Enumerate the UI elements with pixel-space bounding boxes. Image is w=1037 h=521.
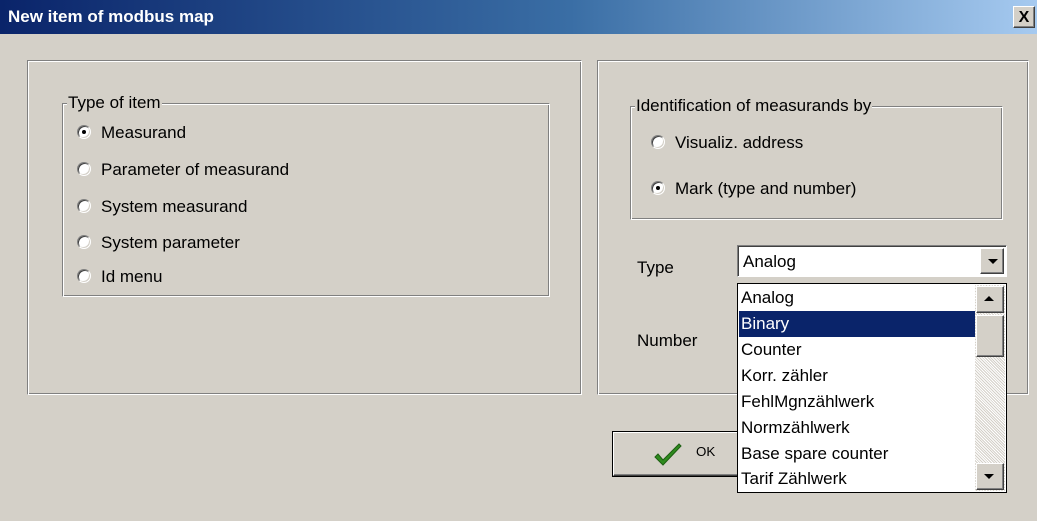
radio-indicator[interactable] bbox=[77, 198, 91, 213]
title-bar: New item of modbus map X bbox=[0, 0, 1037, 34]
dropdown-option[interactable]: Korr. zähler bbox=[739, 363, 975, 389]
radio-label: System parameter bbox=[101, 233, 240, 252]
radio-label: Mark (type and number) bbox=[675, 179, 857, 198]
radio-label: Id menu bbox=[101, 267, 163, 286]
type-of-item-legend: Type of item bbox=[67, 93, 162, 113]
type-select-dropdown-button[interactable] bbox=[980, 248, 1004, 274]
dropdown-option[interactable]: Analog bbox=[739, 285, 975, 311]
radio-label: Measurand bbox=[101, 123, 187, 142]
scroll-thumb[interactable] bbox=[976, 315, 1004, 357]
dropdown-scrollbar[interactable] bbox=[975, 285, 1005, 491]
dropdown-option[interactable]: Tarif Zählwerk bbox=[739, 466, 975, 492]
type-select-value: Analog bbox=[743, 252, 796, 271]
type-dropdown-list[interactable]: Analog Binary Counter Korr. zähler FehlM… bbox=[737, 283, 1007, 493]
radio-indicator[interactable] bbox=[77, 234, 91, 249]
radio-mark-type-and-number[interactable]: Mark (type and number) bbox=[651, 178, 856, 200]
radio-system-measurand[interactable]: System measurand bbox=[77, 196, 247, 218]
radio-system-parameter[interactable]: System parameter bbox=[77, 232, 240, 254]
dropdown-option[interactable]: Normzählwerk bbox=[739, 415, 975, 441]
dropdown-option[interactable]: Base spare counter bbox=[739, 441, 975, 467]
radio-indicator[interactable] bbox=[77, 161, 91, 176]
identification-legend: Identification of measurands by bbox=[635, 96, 873, 116]
dropdown-option-selected[interactable]: Binary bbox=[739, 311, 975, 337]
radio-measurand[interactable]: Measurand bbox=[77, 122, 186, 144]
radio-label: Parameter of measurand bbox=[101, 160, 290, 179]
close-icon: X bbox=[1018, 8, 1030, 26]
radio-indicator[interactable] bbox=[77, 124, 91, 139]
checkmark-icon bbox=[654, 443, 682, 466]
close-button[interactable]: X bbox=[1013, 6, 1035, 28]
ok-label: OK bbox=[696, 444, 716, 459]
identification-group: Identification of measurands by bbox=[630, 96, 1003, 220]
scroll-up-button[interactable] bbox=[976, 286, 1004, 313]
window-title: New item of modbus map bbox=[8, 7, 214, 26]
type-select[interactable]: Analog bbox=[737, 245, 1007, 277]
dropdown-option[interactable]: Counter bbox=[739, 337, 975, 363]
scroll-down-button[interactable] bbox=[976, 463, 1004, 490]
type-label: Type bbox=[637, 258, 674, 277]
dropdown-option[interactable]: FehlMgnzählwerk bbox=[739, 389, 975, 415]
radio-indicator[interactable] bbox=[77, 268, 91, 283]
number-label: Number bbox=[637, 331, 698, 350]
chevron-down-icon bbox=[984, 474, 994, 479]
radio-indicator[interactable] bbox=[651, 180, 665, 195]
radio-label: System measurand bbox=[101, 197, 248, 216]
chevron-up-icon bbox=[984, 296, 994, 301]
radio-visualiz-address[interactable]: Visualiz. address bbox=[651, 132, 803, 154]
chevron-down-icon bbox=[988, 259, 998, 264]
radio-indicator[interactable] bbox=[651, 134, 665, 149]
radio-label: Visualiz. address bbox=[675, 133, 804, 152]
ok-button[interactable]: OK bbox=[613, 432, 753, 476]
radio-id-menu[interactable]: Id menu bbox=[77, 266, 162, 288]
radio-parameter-of-measurand[interactable]: Parameter of measurand bbox=[77, 159, 289, 181]
